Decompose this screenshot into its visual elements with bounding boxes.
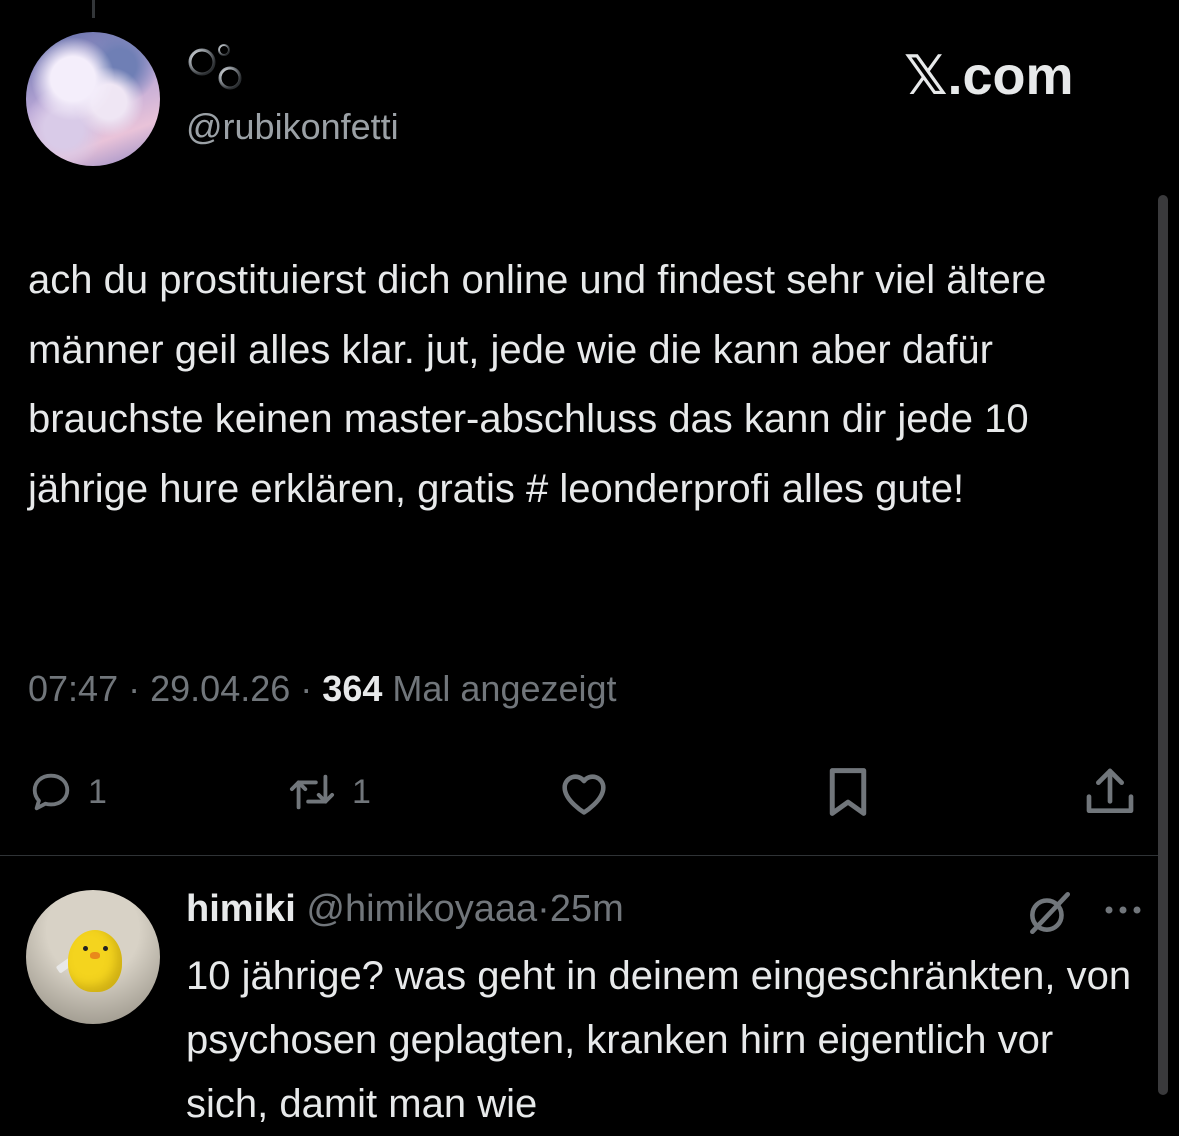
bubbles-emoji-icon <box>188 44 242 90</box>
reply-author-avatar[interactable] <box>26 890 160 1024</box>
tweet-meta: 07:47 · 29.04.26 · 364 Mal angezeigt <box>28 668 617 710</box>
chick-eye <box>103 946 108 951</box>
reply-author-name[interactable]: himiki <box>186 888 296 930</box>
reply-count: 1 <box>88 772 107 811</box>
tweet-text: ach du prostituierst dich online und fin… <box>28 258 1047 511</box>
bookmark-icon <box>829 768 867 816</box>
like-icon <box>562 774 606 815</box>
tweet-time[interactable]: 07:47 <box>28 668 118 709</box>
chick-beak <box>90 952 100 959</box>
views-count[interactable]: 364 <box>322 668 382 709</box>
reply-text: 10 jährige? was geht in deinem eingeschr… <box>186 954 1132 1126</box>
chick-eye <box>83 946 88 951</box>
reply-author-handle[interactable]: @himikoyaaa <box>306 888 537 930</box>
chick-body <box>68 930 122 992</box>
views-label: Mal angezeigt <box>392 668 617 709</box>
meta-separator: · <box>300 668 313 709</box>
share-icon <box>1086 768 1134 813</box>
author-avatar[interactable] <box>26 32 160 166</box>
reply-icon <box>32 773 70 811</box>
retweet-icon <box>289 774 335 810</box>
divider <box>0 855 1158 856</box>
reply-button[interactable]: 1 <box>28 762 107 822</box>
more-icon[interactable] <box>1102 898 1144 922</box>
grok-icon[interactable] <box>1024 888 1074 938</box>
share-button[interactable] <box>1082 762 1138 822</box>
author-handle[interactable]: @rubikonfetti <box>186 106 399 148</box>
retweet-button[interactable]: 1 <box>286 762 371 822</box>
bookmark-button[interactable] <box>823 762 873 822</box>
tweet-date[interactable]: 29.04.26 <box>150 668 290 709</box>
like-button[interactable] <box>554 762 614 822</box>
retweet-count: 1 <box>352 772 371 811</box>
brand-logo: 𝕏.com <box>904 46 1074 106</box>
reply-separator: · <box>537 888 550 930</box>
reply-time[interactable]: 25m <box>550 888 624 930</box>
scrollbar[interactable] <box>1158 195 1168 1095</box>
meta-separator: · <box>128 668 141 709</box>
thread-connector-line <box>92 0 95 18</box>
reply-header: himiki @himikoyaaa·25m <box>186 888 624 931</box>
